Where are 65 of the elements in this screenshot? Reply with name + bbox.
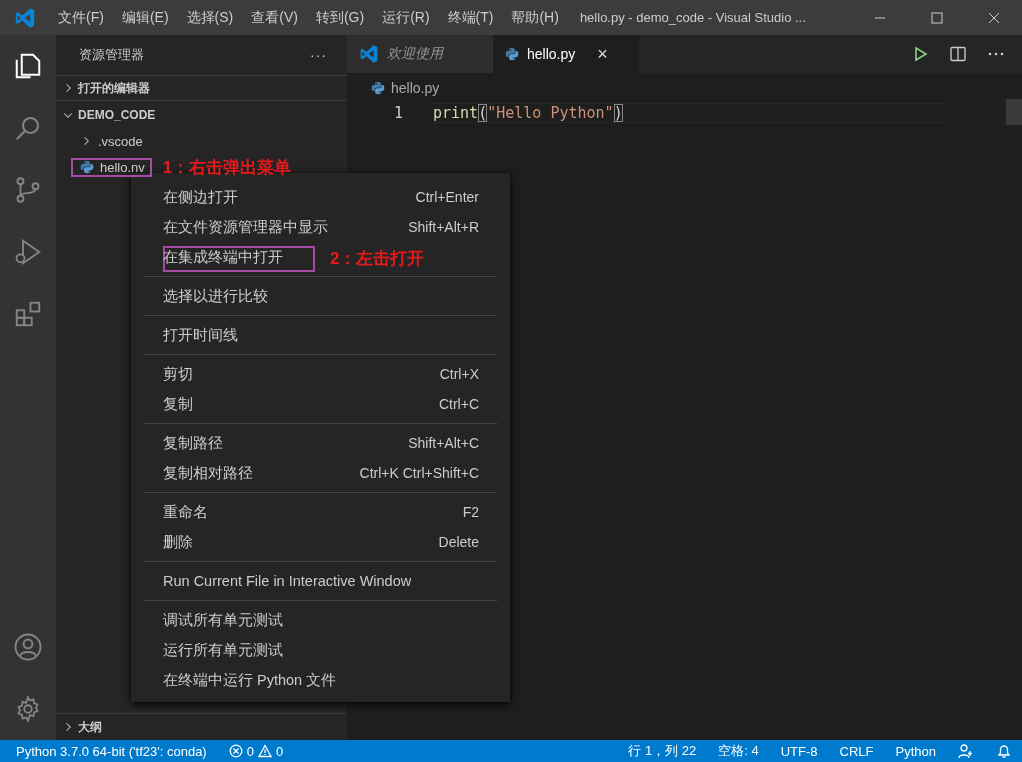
status-item[interactable]: Python 3.7.0 64-bit ('tf23': conda) — [16, 743, 207, 759]
warning-icon — [257, 744, 272, 758]
extensions-icon[interactable] — [13, 299, 43, 329]
context-menu-item[interactable]: 复制路径 Shift+Alt+C — [131, 428, 510, 458]
bell-icon[interactable] — [996, 743, 1012, 759]
status-item[interactable]: 空格: 4 — [718, 742, 759, 760]
context-menu-item[interactable]: 运行所有单元测试 — [131, 635, 510, 665]
menu-item[interactable]: 帮助(H) — [502, 8, 568, 27]
section-header[interactable]: 大纲 — [78, 718, 102, 736]
more-actions-button[interactable]: ··· — [310, 47, 327, 63]
annotation-text: 1：右击弹出菜单 — [162, 156, 292, 179]
context-menu-item[interactable]: 调试所有单元测试 — [131, 605, 510, 635]
files-icon[interactable] — [13, 51, 43, 81]
context-menu-item[interactable]: 复制 Ctrl+C — [131, 389, 510, 419]
menu-item[interactable]: 编辑(E) — [112, 8, 178, 27]
menu-item[interactable]: 文件(F) — [49, 8, 113, 27]
menu-item[interactable]: 选择(S) — [177, 8, 243, 27]
file-tree-item[interactable]: hello.nv — [100, 159, 145, 175]
context-menu-item[interactable]: Run Current File in Interactive Window — [131, 566, 510, 596]
breadcrumb[interactable]: hello.py — [391, 80, 440, 96]
window-title: hello.py - demo_code - Visual Studio ... — [578, 10, 807, 25]
run-debug-icon[interactable] — [13, 237, 43, 267]
warning-count[interactable]: 0 — [275, 743, 284, 759]
close-icon[interactable] — [987, 11, 1000, 24]
annotation-text: 2：左击打开 — [330, 248, 425, 270]
context-menu-item[interactable]: 在文件资源管理器中显示 Shift+Alt+R — [131, 212, 510, 242]
status-item[interactable]: 行 1，列 22 — [628, 742, 697, 760]
context-menu-item[interactable]: 删除 Delete — [131, 527, 510, 557]
close-icon[interactable]: × — [597, 43, 608, 65]
menu-item[interactable]: 转到(G) — [306, 8, 374, 27]
maximize-icon[interactable] — [930, 11, 943, 24]
context-menu-item[interactable]: 重命名 F2 — [131, 497, 510, 527]
editor-tab[interactable]: 欢迎使用 — [347, 35, 493, 73]
editor-tab[interactable]: hello.py × — [493, 35, 639, 73]
account-icon[interactable] — [13, 632, 43, 662]
vscode-logo-icon — [359, 44, 379, 64]
context-menu-item[interactable]: 剪切 Ctrl+X — [131, 359, 510, 389]
section-header[interactable]: DEMO_CODE — [78, 107, 156, 122]
status-item[interactable]: UTF-8 — [780, 743, 818, 759]
error-count[interactable]: 0 — [246, 743, 254, 759]
context-menu-item[interactable]: 在终端中运行 Python 文件 — [131, 665, 510, 695]
panel-title: 资源管理器 — [79, 46, 144, 64]
split-editor-icon[interactable] — [950, 46, 966, 62]
run-icon[interactable] — [914, 46, 928, 62]
more-icon[interactable] — [988, 52, 1004, 56]
python-icon — [80, 160, 94, 174]
scrollbar-marker — [1006, 99, 1022, 125]
code-line: print("Hello Python") — [433, 103, 944, 123]
menu-item[interactable]: 运行(R) — [373, 8, 439, 27]
context-menu-item[interactable]: 在侧边打开 Ctrl+Enter — [131, 182, 510, 212]
status-item[interactable]: Python — [895, 743, 936, 759]
status-item[interactable]: CRLF — [839, 743, 874, 759]
menu-item[interactable]: 终端(T) — [438, 8, 503, 27]
section-header[interactable]: 打开的编辑器 — [78, 79, 150, 97]
context-menu-item[interactable]: 选择以进行比较 — [131, 281, 510, 311]
line-number: 1 — [392, 104, 404, 122]
python-icon — [371, 81, 385, 95]
context-menu-item[interactable]: 复制相对路径 Ctrl+K Ctrl+Shift+C — [131, 458, 510, 488]
menu-item[interactable]: 查看(V) — [242, 8, 307, 27]
file-tree-item[interactable]: .vscode — [98, 133, 143, 149]
person-icon[interactable] — [958, 743, 974, 759]
python-icon — [505, 47, 519, 61]
vscode-logo-icon — [13, 6, 36, 29]
error-icon — [228, 744, 243, 758]
context-menu-item[interactable]: 打开时间线 — [131, 320, 510, 350]
